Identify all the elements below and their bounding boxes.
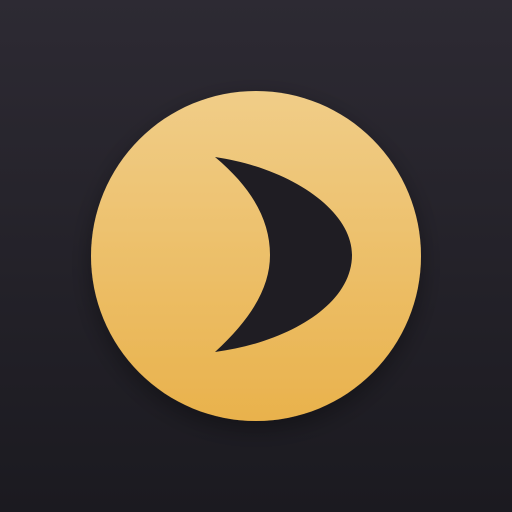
golden-disc: [91, 91, 421, 421]
app-icon: [0, 0, 512, 512]
moon-emblem: [91, 91, 421, 421]
